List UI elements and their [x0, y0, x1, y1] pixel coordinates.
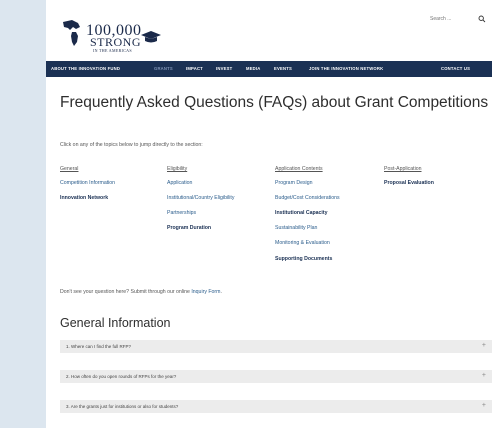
page: 100,000 STRONG IN THE AMERICAS ABOUT THE… [46, 0, 492, 428]
inquiry-form-link[interactable]: Inquiry Form [191, 289, 220, 295]
topic-supporting-documents[interactable]: Supporting Documents [275, 256, 332, 262]
topic-competition-information[interactable]: Competition Information [60, 180, 115, 186]
nav-invest[interactable]: INVEST [216, 66, 232, 71]
topic-program-design[interactable]: Program Design [275, 180, 312, 186]
nav-events[interactable]: EVENTS [274, 66, 292, 71]
expand-plus-icon[interactable]: + [482, 402, 486, 409]
faq-question: 1. Where can I find the full RFP? [66, 344, 132, 349]
faq-accordion-item[interactable]: 3. Are the grants just for institutions … [60, 400, 492, 413]
topic-sustainability-plan[interactable]: Sustainability Plan [275, 225, 317, 231]
topic-eligibility[interactable]: Eligibility [167, 166, 187, 172]
topic-budget-cost[interactable]: Budget/Cost Considerations [275, 195, 340, 201]
logo[interactable]: 100,000 STRONG IN THE AMERICAS [60, 16, 162, 56]
expand-plus-icon[interactable]: + [482, 372, 486, 379]
faq-question: 3. Are the grants just for institutions … [66, 404, 179, 409]
topic-application[interactable]: Application [167, 180, 192, 186]
topics-intro: Click on any of the topics below to jump… [60, 142, 203, 148]
topic-institutional-capacity[interactable]: Institutional Capacity [275, 210, 327, 216]
nav-impact[interactable]: IMPACT [186, 66, 203, 71]
faq-accordion-item[interactable]: 1. Where can I find the full RFP? + [60, 340, 492, 353]
page-title: Frequently Asked Questions (FAQs) about … [60, 94, 489, 111]
topic-program-duration[interactable]: Program Duration [167, 225, 211, 231]
faq-question: 2. How often do you open rounds of RFPs … [66, 374, 177, 379]
search-box[interactable] [430, 14, 486, 24]
topic-application-contents[interactable]: Application Contents [275, 166, 323, 172]
topic-general[interactable]: General [60, 166, 78, 172]
topic-innovation-network[interactable]: Innovation Network [60, 195, 108, 201]
inquiry-note-end: . [220, 289, 222, 295]
main-nav: ABOUT THE INNOVATION FUND GRANTS IMPACT … [46, 61, 492, 77]
logo-tagline: IN THE AMERICAS [93, 48, 132, 53]
nav-join[interactable]: JOIN THE INNOVATION NETWORK [309, 66, 383, 71]
search-icon[interactable] [478, 15, 486, 23]
topic-monitoring-evaluation[interactable]: Monitoring & Evaluation [275, 240, 330, 246]
section-title: General Information [60, 316, 171, 330]
topic-institutional-country-eligibility[interactable]: Institutional/Country Eligibility [167, 195, 234, 201]
graduation-cap-icon [141, 31, 161, 43]
topic-post-application[interactable]: Post-Application [384, 166, 422, 172]
nav-grants[interactable]: GRANTS [154, 66, 173, 71]
nav-media[interactable]: MEDIA [246, 66, 261, 71]
nav-about[interactable]: ABOUT THE INNOVATION FUND [51, 66, 120, 71]
nav-contact[interactable]: CONTACT US [441, 66, 470, 71]
inquiry-note: Don't see your question here? Submit thr… [60, 289, 222, 295]
faq-accordion-item[interactable]: 2. How often do you open rounds of RFPs … [60, 370, 492, 383]
topic-partnerships[interactable]: Partnerships [167, 210, 196, 216]
search-input[interactable] [430, 14, 474, 24]
topic-proposal-evaluation[interactable]: Proposal Evaluation [384, 180, 434, 186]
inquiry-note-text: Don't see your question here? Submit thr… [60, 289, 192, 295]
expand-plus-icon[interactable]: + [482, 342, 486, 349]
